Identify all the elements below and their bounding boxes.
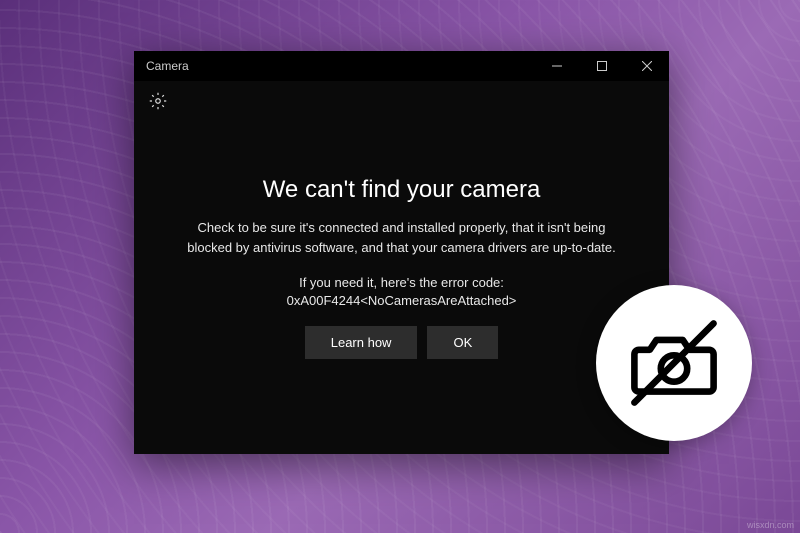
ok-button[interactable]: OK [427, 326, 498, 359]
learn-how-button[interactable]: Learn how [305, 326, 418, 359]
close-button[interactable] [624, 51, 669, 81]
no-camera-overlay-badge [596, 285, 752, 441]
minimize-button[interactable] [534, 51, 579, 81]
camera-app-window: Camera We can't find your camera Check t… [134, 51, 669, 454]
window-title: Camera [134, 59, 189, 73]
error-code: 0xA00F4244<NoCamerasAreAttached> [287, 293, 517, 308]
error-panel: We can't find your camera Check to be su… [134, 121, 669, 454]
error-code-label: If you need it, here's the error code: [299, 273, 504, 293]
no-camera-icon [619, 308, 729, 418]
watermark: wisxdn.com [747, 520, 794, 530]
titlebar: Camera [134, 51, 669, 81]
error-heading: We can't find your camera [263, 176, 541, 204]
app-toolbar [134, 81, 669, 121]
settings-button[interactable] [142, 85, 174, 117]
maximize-button[interactable] [579, 51, 624, 81]
error-description: Check to be sure it's connected and inst… [182, 218, 622, 257]
button-row: Learn how OK [305, 326, 499, 359]
gear-icon [149, 92, 167, 110]
